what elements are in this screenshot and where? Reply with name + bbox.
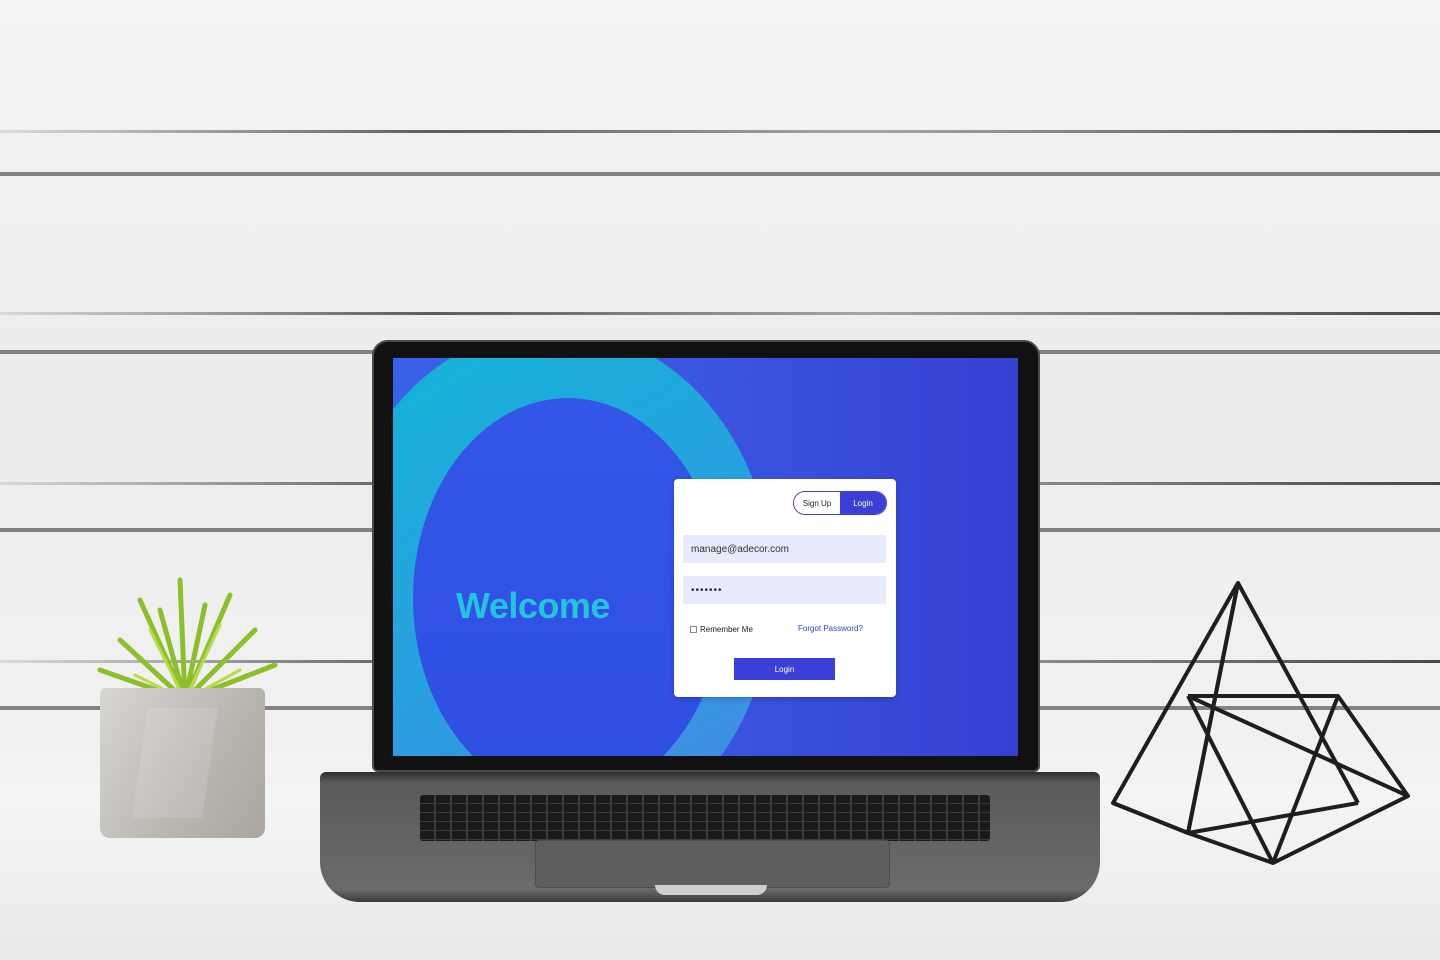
login-button[interactable]: Login [734, 658, 835, 680]
pot-facet [132, 708, 218, 818]
plank-seam [0, 130, 1440, 133]
laptop-screen: Welcome Sign Up Login Remember Me Forgot… [393, 358, 1018, 756]
forgot-password-link[interactable]: Forgot Password? [798, 624, 863, 633]
login-card: Sign Up Login Remember Me Forgot Passwor… [674, 479, 896, 697]
laptop-front-notch [655, 885, 767, 895]
remember-checkbox[interactable] [690, 626, 697, 633]
laptop-trackpad [535, 840, 890, 888]
remember-label: Remember Me [700, 625, 753, 634]
email-field[interactable] [683, 535, 886, 563]
remember-me[interactable]: Remember Me [690, 625, 753, 634]
login-tab[interactable]: Login [840, 492, 886, 514]
auth-toggle: Sign Up Login [793, 491, 887, 515]
laptop-keyboard [420, 795, 990, 841]
signup-tab[interactable]: Sign Up [794, 492, 840, 514]
welcome-heading: Welcome [456, 585, 610, 626]
concrete-pot [100, 688, 265, 838]
password-field[interactable] [683, 576, 886, 604]
plank-seam [0, 312, 1440, 315]
wire-pyramid-decor [1111, 581, 1410, 865]
